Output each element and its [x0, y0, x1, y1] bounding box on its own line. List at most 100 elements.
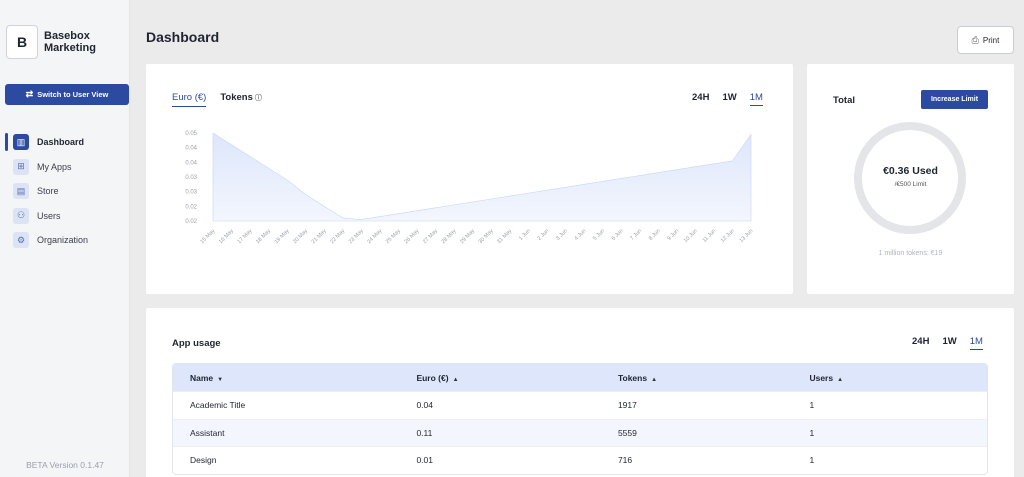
table-cell: 0.04 [416, 400, 433, 411]
table-row[interactable]: Academic Title 0.04 1917 1 [173, 391, 987, 419]
x-tick-label: 4 Jun [574, 228, 588, 242]
sidebar-item-label: Organization [37, 235, 89, 246]
usage-range-1w[interactable]: 1W [942, 336, 956, 350]
active-indicator [5, 133, 8, 152]
area-series [212, 132, 752, 222]
y-tick-label: 0.04 [185, 146, 197, 152]
x-tick-label: 24 May [366, 228, 383, 245]
table-header: Name ▼ Euro (€) ▲ Tokens ▲ Users ▲ [173, 364, 987, 391]
x-tick-label: 28 May [441, 228, 458, 245]
column-header-label: Users [809, 372, 834, 383]
table-cell: Assistant [190, 427, 225, 438]
page-title: Dashboard [146, 29, 220, 45]
x-tick-label: 16 May [218, 228, 235, 245]
table-cell: 1 [809, 455, 815, 466]
column-header-label: Tokens [617, 372, 648, 383]
x-tick-label: 7 Jun [629, 228, 643, 242]
users-icon: ⚇ [13, 207, 29, 224]
y-tick-label: 0.03 [185, 190, 197, 196]
x-tick-label: 25 May [385, 228, 402, 245]
sidebar: B Basebox Marketing ⇄ Switch to User Vie… [0, 0, 130, 477]
print-button[interactable]: ⎙ Print [957, 26, 1014, 54]
sidebar-item-store[interactable]: ▤ Store [5, 179, 88, 204]
x-tick-label: 31 May [496, 228, 513, 245]
usage-range-24h[interactable]: 24H [912, 336, 929, 350]
x-tick-label: 23 May [348, 228, 365, 245]
x-tick-label: 17 May [237, 228, 254, 245]
active-indicator [5, 158, 8, 176]
table-cell: 1917 [617, 400, 637, 411]
swap-icon: ⇄ [25, 89, 34, 99]
app-usage-table: Name ▼ Euro (€) ▲ Tokens ▲ Users ▲ Academic Tit… [172, 363, 988, 475]
organization-icon: ⚙ [13, 232, 29, 249]
sidebar-item-label: My Apps [37, 161, 72, 172]
brand: B Basebox Marketing [6, 25, 114, 59]
column-header-euro[interactable]: Euro (€) ▲ [416, 373, 618, 383]
app-usage-title: App usage [172, 338, 221, 349]
x-tick-label: 29 May [459, 228, 476, 245]
used-amount: €0.36 Used [883, 165, 938, 177]
table-cell: Design [190, 455, 217, 466]
table-row[interactable]: Design 0.01 716 1 [173, 446, 987, 474]
x-tick-label: 12 Jun [720, 228, 736, 244]
switch-to-user-view-button[interactable]: ⇄ Switch to User View [5, 84, 129, 105]
sidebar-item-label: Store [37, 186, 59, 197]
column-header-name[interactable]: Name ▼ [173, 373, 416, 383]
sidebar-nav: ▥ Dashboard ⊞ My Apps ▤ Store ⚇ Users ⚙ Organizat… [5, 130, 88, 253]
print-label: Print [982, 35, 1000, 45]
total-title: Total [833, 95, 855, 106]
limit-amount: /€500 Limit [894, 181, 927, 188]
x-tick-label: 6 Jun [611, 228, 625, 242]
sidebar-item-users[interactable]: ⚇ Users [5, 204, 88, 229]
y-tick-label: 0.02 [185, 219, 197, 225]
apps-icon: ⊞ [13, 158, 29, 175]
sidebar-item-dashboard[interactable]: ▥ Dashboard [5, 130, 88, 155]
x-tick-label: 20 May [292, 228, 309, 245]
column-header-label: Euro (€) [416, 372, 449, 383]
usage-chart-card: Euro (€) Tokens ⓘ 24H 1W 1M 0.05 0.04 0.04 0.0… [146, 64, 793, 294]
x-tick-label: 21 May [311, 228, 328, 245]
x-tick-label: 27 May [422, 228, 439, 245]
table-body: Academic Title 0.04 1917 1 Assistant 0.11 5559… [173, 391, 987, 474]
table-cell: 716 [617, 455, 633, 466]
store-icon: ▤ [13, 183, 29, 200]
usage-chart: 0.050.040.040.030.030.020.0215 May 16 May… [185, 131, 754, 245]
x-tick-label: 2 Jun [537, 228, 551, 242]
sidebar-item-label: Users [37, 210, 61, 221]
column-header-tokens[interactable]: Tokens ▲ [618, 373, 810, 383]
table-cell: 1 [809, 400, 815, 411]
app-usage-card: App usage 24H 1W 1M Name ▼ Euro (€) ▲ Tokens ▲ U… [146, 308, 1014, 477]
sidebar-item-label: Dashboard [37, 137, 85, 148]
x-tick-label: 3 Jun [555, 228, 569, 242]
usage-range-1m[interactable]: 1M [969, 336, 983, 350]
org-logo: B [6, 25, 38, 59]
column-header-users[interactable]: Users ▲ [809, 373, 987, 383]
usage-ring [854, 122, 966, 234]
x-tick-label: 30 May [478, 228, 495, 245]
table-cell: 0.11 [416, 427, 433, 438]
table-row[interactable]: Assistant 0.11 5559 1 [173, 418, 987, 446]
usage-range-selector: 24H 1W 1M [899, 336, 983, 350]
sidebar-item-my-apps[interactable]: ⊞ My Apps [5, 155, 88, 180]
sort-asc-icon[interactable]: ▲ [837, 377, 843, 383]
column-header-label: Name [190, 372, 214, 383]
table-cell: 5559 [617, 427, 637, 438]
x-tick-label: 22 May [329, 228, 346, 245]
x-tick-label: 8 Jun [648, 228, 662, 242]
sort-desc-icon[interactable]: ▼ [217, 377, 223, 383]
org-name: Basebox Marketing [44, 30, 96, 54]
increase-limit-button[interactable]: Increase Limit [921, 90, 988, 109]
sort-asc-icon[interactable]: ▲ [453, 377, 459, 383]
x-tick-label: 26 May [403, 228, 420, 245]
sort-asc-icon[interactable]: ▲ [651, 377, 657, 383]
y-tick-label: 0.04 [185, 160, 197, 166]
y-tick-label: 0.03 [185, 175, 197, 181]
table-cell: Academic Title [190, 400, 246, 411]
sidebar-item-organization[interactable]: ⚙ Organization [5, 228, 88, 253]
table-cell: 0.01 [416, 455, 433, 466]
y-tick-label: 0.05 [185, 131, 197, 137]
x-tick-label: 5 Jun [592, 228, 606, 242]
printer-icon: ⎙ [971, 34, 979, 45]
x-tick-label: 18 May [255, 228, 272, 245]
chart-icon: ▥ [13, 134, 29, 151]
